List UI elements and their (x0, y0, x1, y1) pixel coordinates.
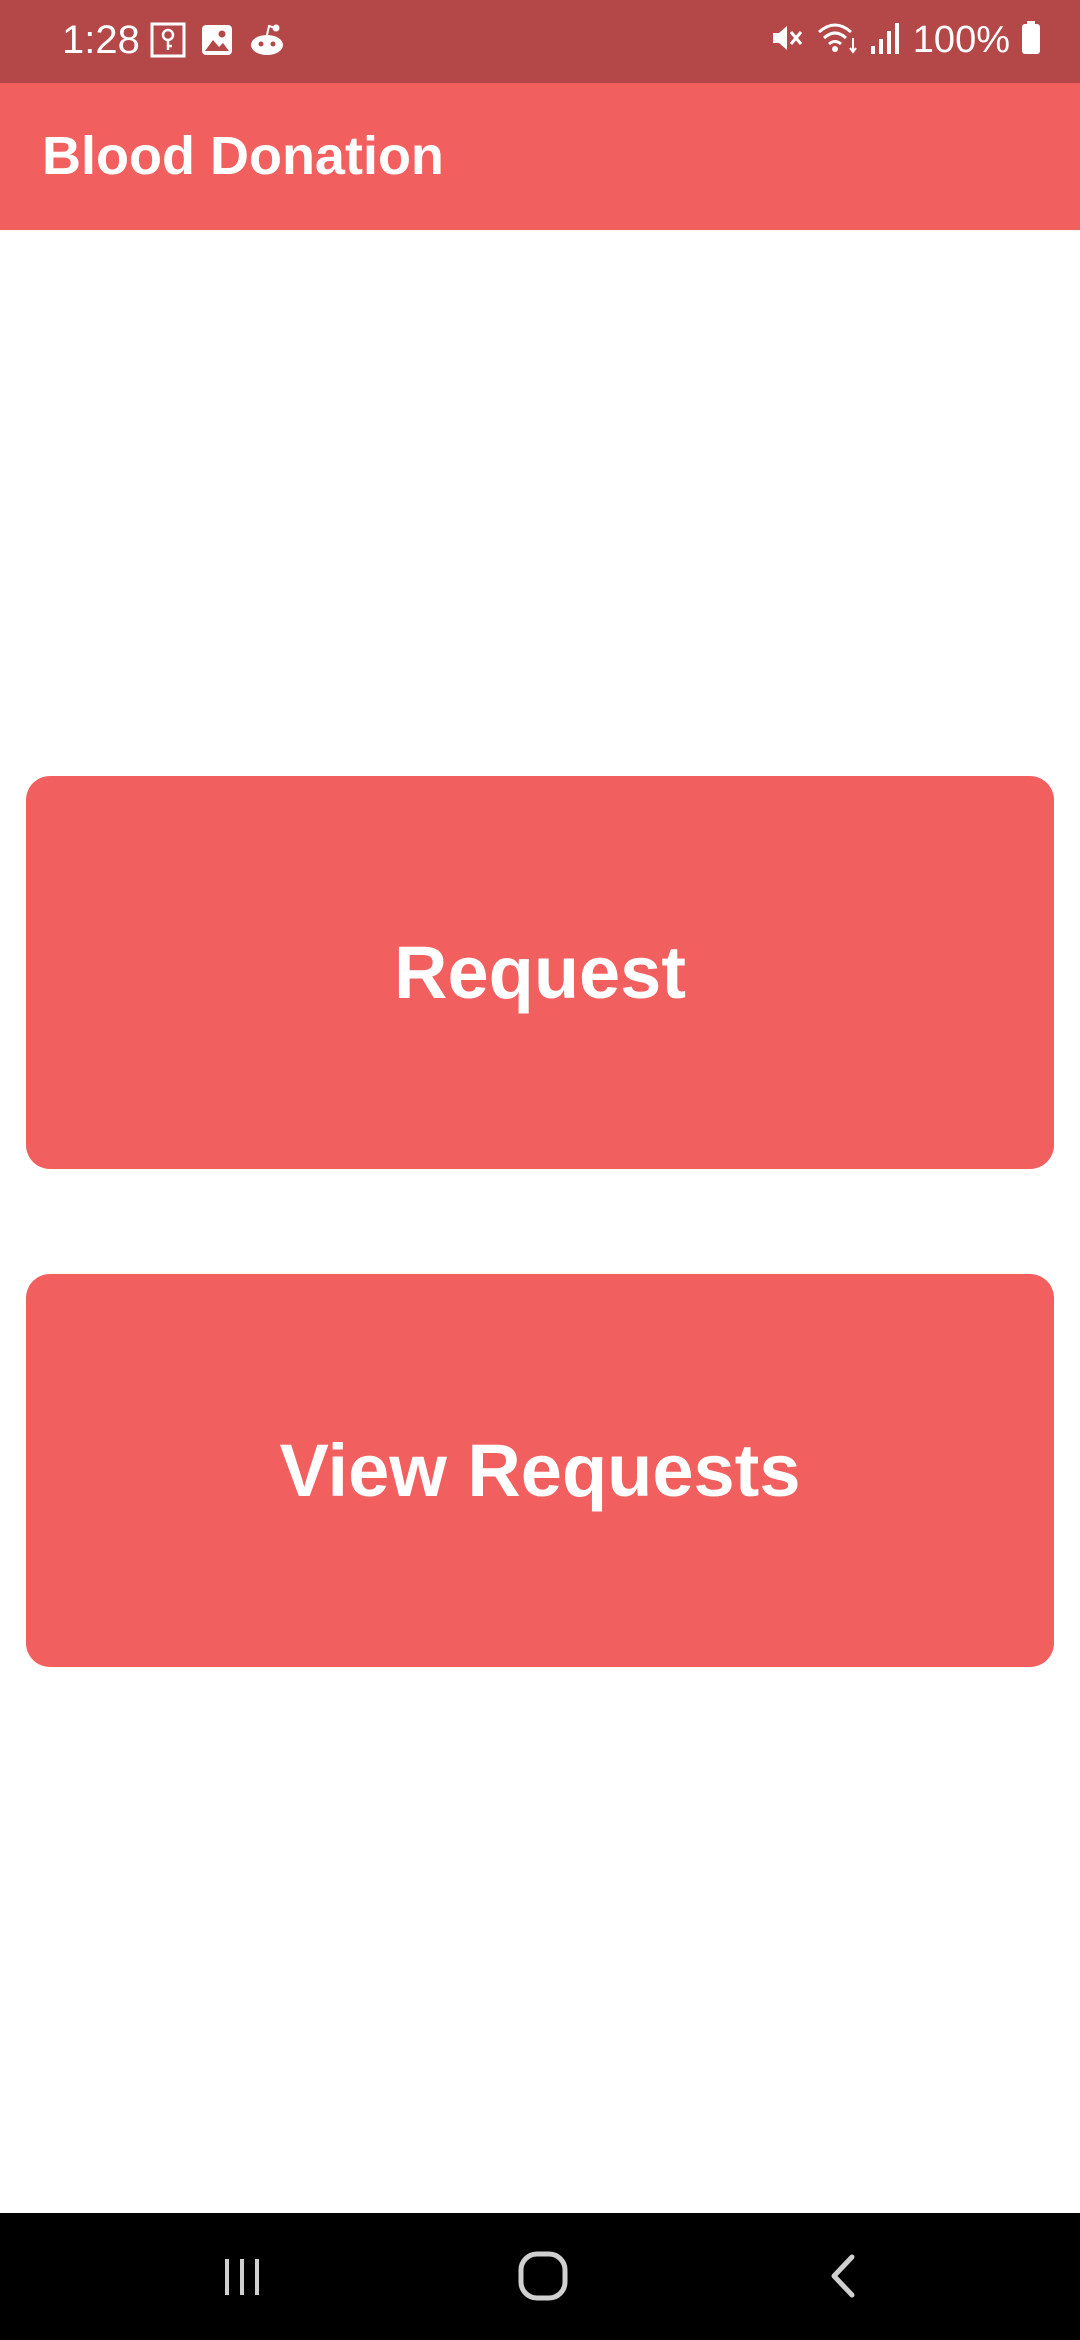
app-title: Blood Donation (42, 126, 444, 186)
image-notification-icon (200, 23, 234, 62)
recent-apps-icon (225, 2259, 259, 2295)
status-system-icons: 100% (769, 14, 1042, 66)
key-notification-icon (150, 22, 186, 63)
view-requests-button-label: View Requests (279, 1429, 801, 1512)
reddit-icon (248, 23, 286, 62)
battery-icon (1020, 20, 1042, 61)
wifi-icon (815, 20, 859, 61)
back-button[interactable] (800, 2241, 890, 2311)
status-bar: 1:28 100% (0, 0, 1080, 83)
home-button[interactable] (498, 2241, 588, 2311)
request-button[interactable]: Request (26, 776, 1054, 1169)
status-notification-icons (150, 22, 286, 62)
navigation-bar (0, 2213, 1080, 2340)
home-icon (518, 2251, 568, 2301)
recent-apps-button[interactable] (197, 2241, 287, 2311)
view-requests-button[interactable]: View Requests (26, 1274, 1054, 1667)
mute-icon (769, 20, 805, 61)
back-icon (831, 2254, 855, 2298)
screen: 1:28 100% Blood Donation Request View Re… (0, 0, 1080, 2340)
signal-icon (869, 20, 903, 61)
request-button-label: Request (394, 931, 686, 1014)
battery-percentage: 100% (912, 19, 1010, 61)
status-time: 1:28 (62, 18, 140, 62)
app-bar: Blood Donation (0, 83, 1080, 230)
